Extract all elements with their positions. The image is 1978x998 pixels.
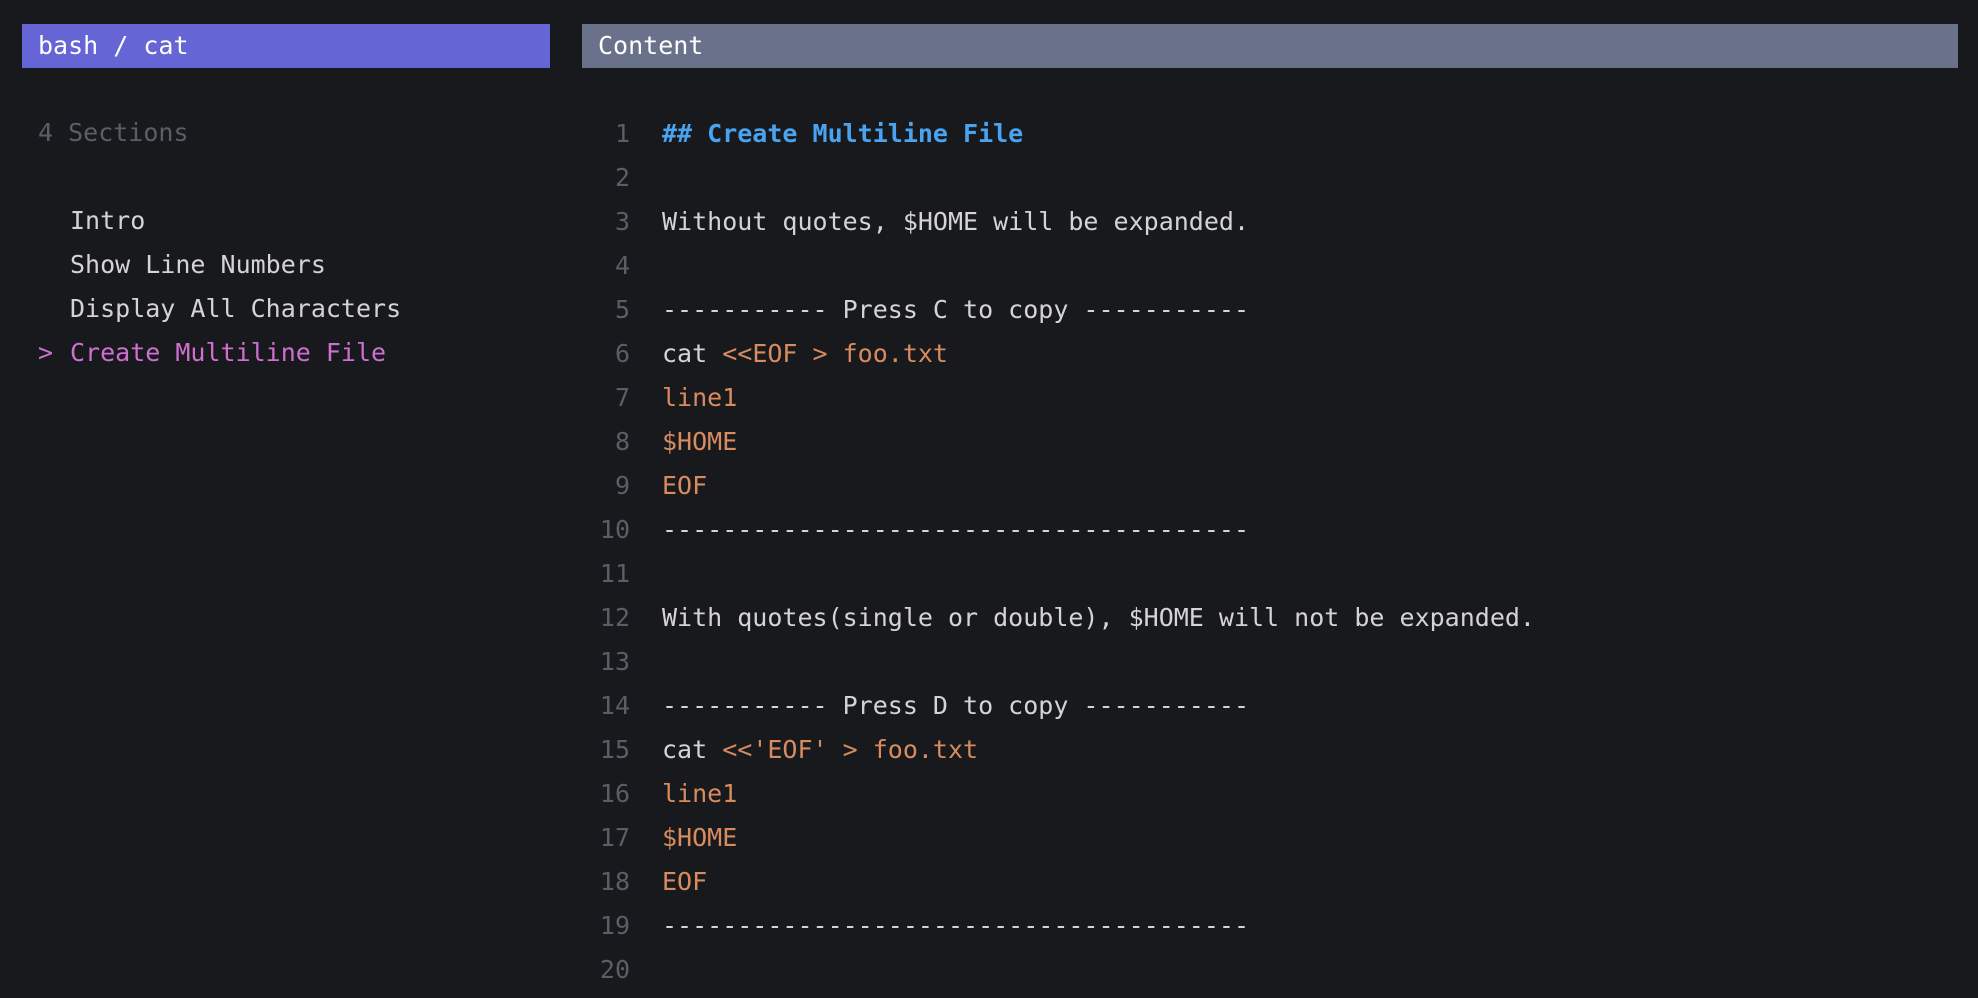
code-line: 1 ## Create Multiline File	[582, 112, 1958, 156]
line-text: $HOME	[662, 420, 737, 464]
code-line: 4	[582, 244, 1958, 288]
line-number: 10	[599, 515, 630, 544]
line-number: 14	[599, 691, 630, 720]
line-number: 8	[614, 427, 630, 456]
line-text: ---------------------------------------	[662, 904, 1249, 948]
line-number: 7	[614, 383, 630, 412]
line-text: $HOME	[662, 816, 737, 860]
code-text: cat	[662, 339, 723, 368]
code-line: 20	[582, 948, 1958, 992]
line-number: 3	[614, 207, 630, 236]
line-text: With quotes(single or double), $HOME wil…	[662, 596, 1535, 640]
line-text: line1	[662, 772, 737, 816]
code-string: line1	[662, 779, 738, 808]
content-pane-title: Content	[582, 24, 1958, 68]
line-number: 18	[599, 867, 630, 896]
selection-marker: >	[38, 338, 54, 367]
line-text: EOF	[662, 464, 707, 508]
code-line: 15 cat <<'EOF' > foo.txt	[582, 728, 1958, 772]
line-number: 15	[599, 735, 630, 764]
section-item-label: Display All Characters	[70, 294, 402, 323]
line-number: 13	[599, 647, 630, 676]
code-line: 16 line1	[582, 772, 1958, 816]
line-number: 11	[599, 559, 630, 588]
sections-count: 4 Sections	[38, 118, 189, 147]
left-pane-title: bash / cat	[22, 24, 550, 68]
code-view: 1 ## Create Multiline File 2 3 Without quote…	[582, 112, 1958, 992]
code-text: ---------------------------------------	[662, 911, 1249, 940]
code-line: 18 EOF	[582, 860, 1958, 904]
line-number: 20	[599, 955, 630, 984]
line-text: line1	[662, 376, 737, 420]
code-string: EOF	[662, 867, 708, 896]
line-text: Without quotes, $HOME will be expanded.	[662, 200, 1249, 244]
section-item-label: Show Line Numbers	[70, 250, 326, 279]
code-string: <<'EOF' > foo.txt	[722, 735, 979, 764]
line-text: EOF	[662, 860, 707, 904]
code-string: $HOME	[662, 823, 738, 852]
line-number: 1	[614, 119, 630, 148]
code-line: 10 --------------------------------------…	[582, 508, 1958, 552]
selection-marker	[38, 243, 70, 287]
code-text: ----------- Press C to copy -----------	[662, 295, 1249, 324]
line-number: 17	[599, 823, 630, 852]
line-number: 5	[614, 295, 630, 324]
line-text: ----------- Press C to copy -----------	[662, 288, 1249, 332]
section-item-label: Create Multiline File	[70, 338, 387, 367]
code-string: EOF	[662, 471, 708, 500]
line-number: 19	[599, 911, 630, 940]
line-number: 9	[614, 471, 630, 500]
code-text: With quotes(single or double), $HOME wil…	[662, 603, 1535, 632]
line-number: 16	[599, 779, 630, 808]
code-text: Without quotes, $HOME will be expanded.	[662, 207, 1249, 236]
line-text: ----------- Press D to copy -----------	[662, 684, 1249, 728]
code-line: 12 With quotes(single or double), $HOME w…	[582, 596, 1958, 640]
code-line: 17 $HOME	[582, 816, 1958, 860]
code-line: 2	[582, 156, 1958, 200]
line-number: 4	[614, 251, 630, 280]
selection-marker	[38, 199, 70, 243]
section-item[interactable]: Show Line Numbers	[38, 243, 401, 287]
section-item[interactable]: Display All Characters	[38, 287, 401, 331]
code-line: 14 ----------- Press D to copy ----------…	[582, 684, 1958, 728]
code-line: 5 ----------- Press C to copy -----------	[582, 288, 1958, 332]
code-line: 11	[582, 552, 1958, 596]
section-item[interactable]: Intro	[38, 199, 401, 243]
markdown-heading: ## Create Multiline File	[662, 119, 1024, 148]
code-text: ---------------------------------------	[662, 515, 1249, 544]
code-string: $HOME	[662, 427, 738, 456]
code-line: 13	[582, 640, 1958, 684]
line-text: ## Create Multiline File	[662, 112, 1023, 156]
code-line: 8 $HOME	[582, 420, 1958, 464]
line-text: cat <<'EOF' > foo.txt	[662, 728, 978, 772]
line-number: 6	[614, 339, 630, 368]
line-text: ---------------------------------------	[662, 508, 1249, 552]
line-text: cat <<EOF > foo.txt	[662, 332, 948, 376]
content-pane: 1 ## Create Multiline File 2 3 Without quote…	[582, 112, 1958, 992]
code-text: cat	[662, 735, 723, 764]
code-line: 19 --------------------------------------…	[582, 904, 1958, 948]
code-text: ----------- Press D to copy -----------	[662, 691, 1249, 720]
section-item-label: Intro	[70, 206, 146, 235]
code-string: <<EOF > foo.txt	[722, 339, 948, 368]
code-line: 6 cat <<EOF > foo.txt	[582, 332, 1958, 376]
line-number: 12	[599, 603, 630, 632]
line-number: 2	[614, 163, 630, 192]
section-item[interactable]: > Create Multiline File	[38, 331, 401, 375]
code-line: 9 EOF	[582, 464, 1958, 508]
section-list: Intro Show Line Numbers Display All Charac…	[38, 199, 401, 375]
code-string: line1	[662, 383, 738, 412]
code-line: 7 line1	[582, 376, 1958, 420]
selection-marker	[38, 287, 70, 331]
code-line: 3 Without quotes, $HOME will be expanded.	[582, 200, 1958, 244]
